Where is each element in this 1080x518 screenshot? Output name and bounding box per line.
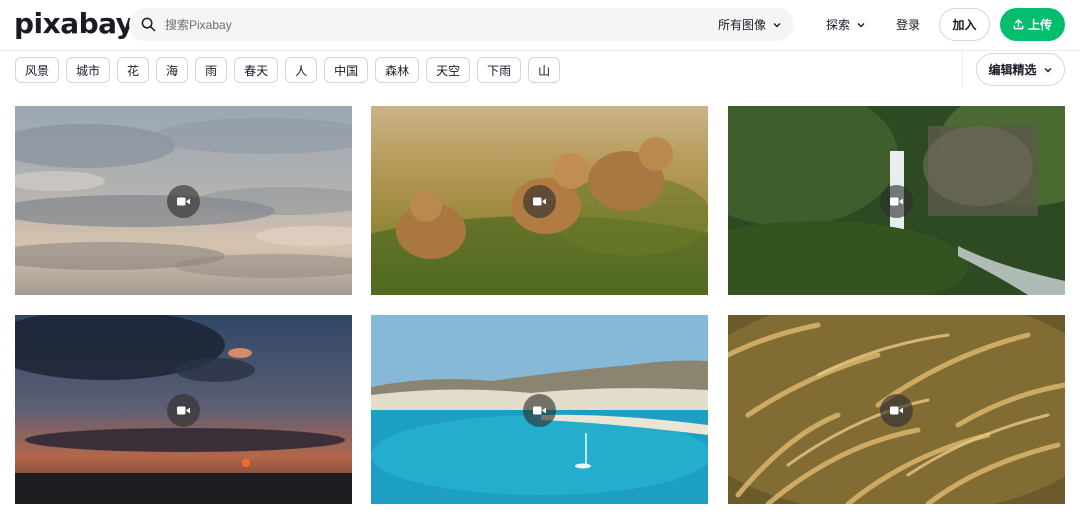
chevron-down-icon (773, 22, 781, 27)
video-thumbnail-grass[interactable] (728, 315, 1065, 504)
tag-chip[interactable]: 下雨 (477, 57, 522, 83)
sort-label: 编辑精选 (988, 63, 1037, 77)
tag-chip[interactable]: 天空 (426, 57, 471, 83)
video-camera-icon (177, 197, 190, 206)
video-camera-icon (533, 406, 546, 415)
tag-chip[interactable]: 森林 (375, 57, 420, 83)
sort-select[interactable]: 编辑精选 (976, 53, 1065, 86)
video-badge (167, 394, 200, 427)
video-camera-icon (533, 197, 546, 206)
video-badge (880, 394, 913, 427)
tag-chip[interactable]: 中国 (324, 57, 369, 83)
chevron-down-icon (1044, 67, 1051, 72)
related-tags: 风景 城市 花 海 雨 春天 人 中国 森林 天空 下雨 山 (15, 57, 561, 83)
search-icon (141, 17, 156, 32)
video-thumbnail-bay[interactable] (371, 315, 708, 504)
video-thumbnail-lions[interactable] (371, 106, 708, 295)
media-type-select[interactable]: 所有图像 (718, 8, 782, 41)
upload-icon (1013, 19, 1024, 30)
video-thumbnail-waterfall[interactable] (728, 106, 1065, 295)
tag-chip[interactable]: 海 (156, 57, 189, 83)
pixabay-logo[interactable]: pixabay (14, 8, 134, 40)
upload-label: 上传 (1027, 18, 1052, 32)
tag-chip[interactable]: 风景 (15, 57, 60, 83)
video-badge (167, 185, 200, 218)
video-thumbnail-clouds[interactable] (15, 106, 352, 295)
chevron-down-icon (857, 22, 865, 27)
video-camera-icon (177, 406, 190, 415)
video-badge (523, 185, 556, 218)
tag-chip[interactable]: 山 (528, 57, 561, 83)
tag-chip[interactable]: 城市 (66, 57, 111, 83)
explore-label: 探索 (826, 18, 851, 32)
media-type-label: 所有图像 (717, 18, 766, 32)
tag-chip[interactable]: 春天 (234, 57, 279, 83)
tag-chip[interactable]: 花 (117, 57, 150, 83)
video-camera-icon (890, 406, 903, 415)
join-button[interactable]: 加入 (939, 8, 990, 41)
video-badge (880, 185, 913, 218)
video-camera-icon (890, 197, 903, 206)
login-link[interactable]: 登录 (896, 8, 920, 41)
search-input[interactable] (165, 8, 685, 41)
header-divider (0, 50, 1080, 51)
video-thumbnail-sunset[interactable] (15, 315, 352, 504)
explore-menu[interactable]: 探索 (826, 8, 866, 41)
upload-button[interactable]: 上传 (1000, 8, 1065, 41)
tag-chip[interactable]: 雨 (195, 57, 228, 83)
sort-divider (962, 52, 963, 88)
top-bar: pixabay 所有图像 探索 登录 加入 上传 (0, 0, 1080, 50)
tag-chip[interactable]: 人 (285, 57, 318, 83)
video-badge (523, 394, 556, 427)
search-bar: 所有图像 (129, 8, 794, 41)
